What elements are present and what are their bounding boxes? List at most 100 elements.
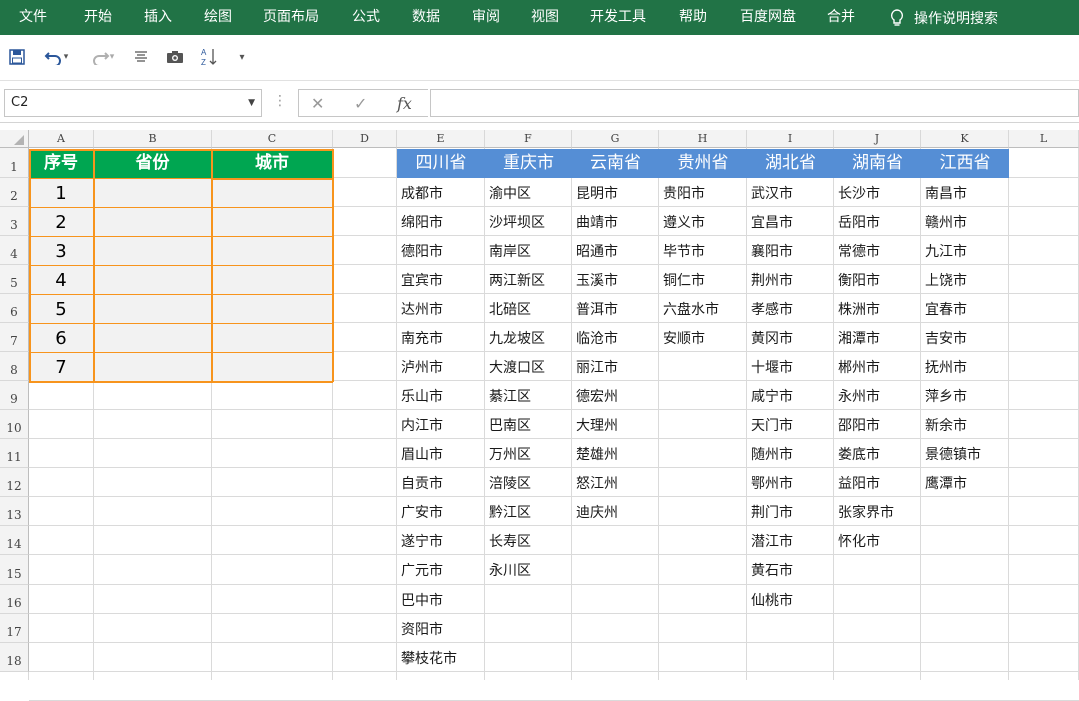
city-cell[interactable]: 巴中市 <box>401 590 443 610</box>
city-cell[interactable]: 大理州 <box>576 415 618 435</box>
undo-button[interactable]: ▾ <box>38 45 74 69</box>
row-header[interactable]: 10 <box>0 410 29 439</box>
city-cell[interactable]: 南充市 <box>401 328 443 348</box>
city-cell[interactable]: 成都市 <box>401 183 443 203</box>
city-cell[interactable]: 遂宁市 <box>401 531 443 551</box>
ribbon-tab[interactable]: 合并 <box>827 0 855 35</box>
sequence-number-cell[interactable]: 5 <box>29 296 93 324</box>
city-cell[interactable]: 乐山市 <box>401 386 443 406</box>
formula-input[interactable] <box>430 89 1079 117</box>
province-input-cell[interactable] <box>95 236 211 264</box>
province-input-cell[interactable] <box>95 265 211 293</box>
province-input-cell[interactable] <box>95 178 211 206</box>
row-header[interactable]: 13 <box>0 497 29 526</box>
city-cell[interactable]: 昆明市 <box>576 183 618 203</box>
row-header[interactable]: 16 <box>0 585 29 614</box>
city-cell[interactable]: 常德市 <box>838 241 880 261</box>
city-input-cell[interactable] <box>213 178 332 206</box>
row-header[interactable]: 9 <box>0 381 29 410</box>
insert-function-icon[interactable]: fx <box>397 90 412 118</box>
ribbon-tab[interactable]: 数据 <box>412 0 440 35</box>
save-icon[interactable] <box>6 45 28 69</box>
ribbon-tab[interactable]: 文件 <box>19 0 47 35</box>
city-cell[interactable]: 黄冈市 <box>751 328 793 348</box>
city-cell[interactable]: 衡阳市 <box>838 270 880 290</box>
city-cell[interactable]: 荆州市 <box>751 270 793 290</box>
city-cell[interactable]: 南岸区 <box>489 241 531 261</box>
column-header[interactable]: C <box>212 130 333 148</box>
city-cell[interactable]: 迪庆州 <box>576 502 618 522</box>
row-header[interactable]: 6 <box>0 294 29 323</box>
city-cell[interactable]: 鹰潭市 <box>925 473 967 493</box>
row-header[interactable]: 12 <box>0 468 29 497</box>
province-input-cell[interactable] <box>95 352 211 380</box>
column-header[interactable]: E <box>397 130 485 148</box>
city-cell[interactable]: 丽江市 <box>576 357 618 377</box>
city-cell[interactable]: 巴南区 <box>489 415 531 435</box>
city-cell[interactable]: 邵阳市 <box>838 415 880 435</box>
city-cell[interactable]: 涪陵区 <box>489 473 531 493</box>
camera-icon[interactable] <box>164 45 186 69</box>
city-cell[interactable]: 沙坪坝区 <box>489 212 545 232</box>
sequence-number-cell[interactable]: 1 <box>29 180 93 208</box>
city-cell[interactable]: 玉溪市 <box>576 270 618 290</box>
row-header[interactable]: 15 <box>0 555 29 585</box>
city-cell[interactable]: 遵义市 <box>663 212 705 232</box>
column-header[interactable]: A <box>29 130 94 148</box>
city-cell[interactable]: 资阳市 <box>401 619 443 639</box>
city-cell[interactable]: 孝感市 <box>751 299 793 319</box>
column-header[interactable]: B <box>94 130 212 148</box>
city-cell[interactable]: 赣州市 <box>925 212 967 232</box>
city-input-cell[interactable] <box>213 294 332 322</box>
ribbon-tab[interactable]: 开始 <box>84 0 112 35</box>
city-cell[interactable]: 黄石市 <box>751 560 793 580</box>
city-cell[interactable]: 九江市 <box>925 241 967 261</box>
city-cell[interactable]: 张家界市 <box>838 502 894 522</box>
city-cell[interactable]: 六盘水市 <box>663 299 719 319</box>
city-cell[interactable]: 两江新区 <box>489 270 545 290</box>
city-cell[interactable]: 抚州市 <box>925 357 967 377</box>
city-cell[interactable]: 永州市 <box>838 386 880 406</box>
city-cell[interactable]: 泸州市 <box>401 357 443 377</box>
city-cell[interactable]: 昭通市 <box>576 241 618 261</box>
city-cell[interactable]: 景德镇市 <box>925 444 981 464</box>
sequence-number-cell[interactable]: 7 <box>29 354 93 382</box>
ribbon-tab[interactable]: 绘图 <box>204 0 232 35</box>
city-cell[interactable]: 岳阳市 <box>838 212 880 232</box>
city-cell[interactable]: 黔江区 <box>489 502 531 522</box>
city-cell[interactable]: 临沧市 <box>576 328 618 348</box>
column-header[interactable]: F <box>485 130 572 148</box>
city-cell[interactable]: 德阳市 <box>401 241 443 261</box>
column-header[interactable]: G <box>572 130 659 148</box>
city-cell[interactable]: 荆门市 <box>751 502 793 522</box>
row-header[interactable]: 2 <box>0 178 29 207</box>
city-cell[interactable]: 内江市 <box>401 415 443 435</box>
ribbon-tab[interactable]: 审阅 <box>472 0 500 35</box>
city-input-cell[interactable] <box>213 236 332 264</box>
row-header[interactable]: 1 <box>0 148 29 178</box>
city-cell[interactable]: 渝中区 <box>489 183 531 203</box>
city-cell[interactable]: 铜仁市 <box>663 270 705 290</box>
column-header[interactable]: D <box>333 130 397 148</box>
sequence-number-cell[interactable]: 2 <box>29 209 93 237</box>
ribbon-tab[interactable]: 百度网盘 <box>740 0 796 35</box>
ribbon-tab[interactable]: 开发工具 <box>590 0 646 35</box>
city-cell[interactable]: 安顺市 <box>663 328 705 348</box>
city-cell[interactable]: 北碚区 <box>489 299 531 319</box>
ribbon-tab[interactable]: 公式 <box>352 0 380 35</box>
ribbon-tab[interactable]: 插入 <box>144 0 172 35</box>
city-cell[interactable]: 綦江区 <box>489 386 531 406</box>
city-input-cell[interactable] <box>213 352 332 380</box>
city-cell[interactable]: 吉安市 <box>925 328 967 348</box>
city-cell[interactable]: 潜江市 <box>751 531 793 551</box>
sort-az-icon[interactable]: AZ <box>198 45 220 69</box>
city-cell[interactable]: 攀枝花市 <box>401 648 457 668</box>
city-cell[interactable]: 宜昌市 <box>751 212 793 232</box>
row-header[interactable]: 11 <box>0 439 29 468</box>
city-cell[interactable]: 宜宾市 <box>401 270 443 290</box>
city-cell[interactable]: 自贡市 <box>401 473 443 493</box>
ribbon-tab[interactable]: 页面布局 <box>263 0 319 35</box>
row-header[interactable]: 7 <box>0 323 29 352</box>
row-header[interactable]: 17 <box>0 614 29 643</box>
enter-icon[interactable]: ✓ <box>354 90 367 118</box>
